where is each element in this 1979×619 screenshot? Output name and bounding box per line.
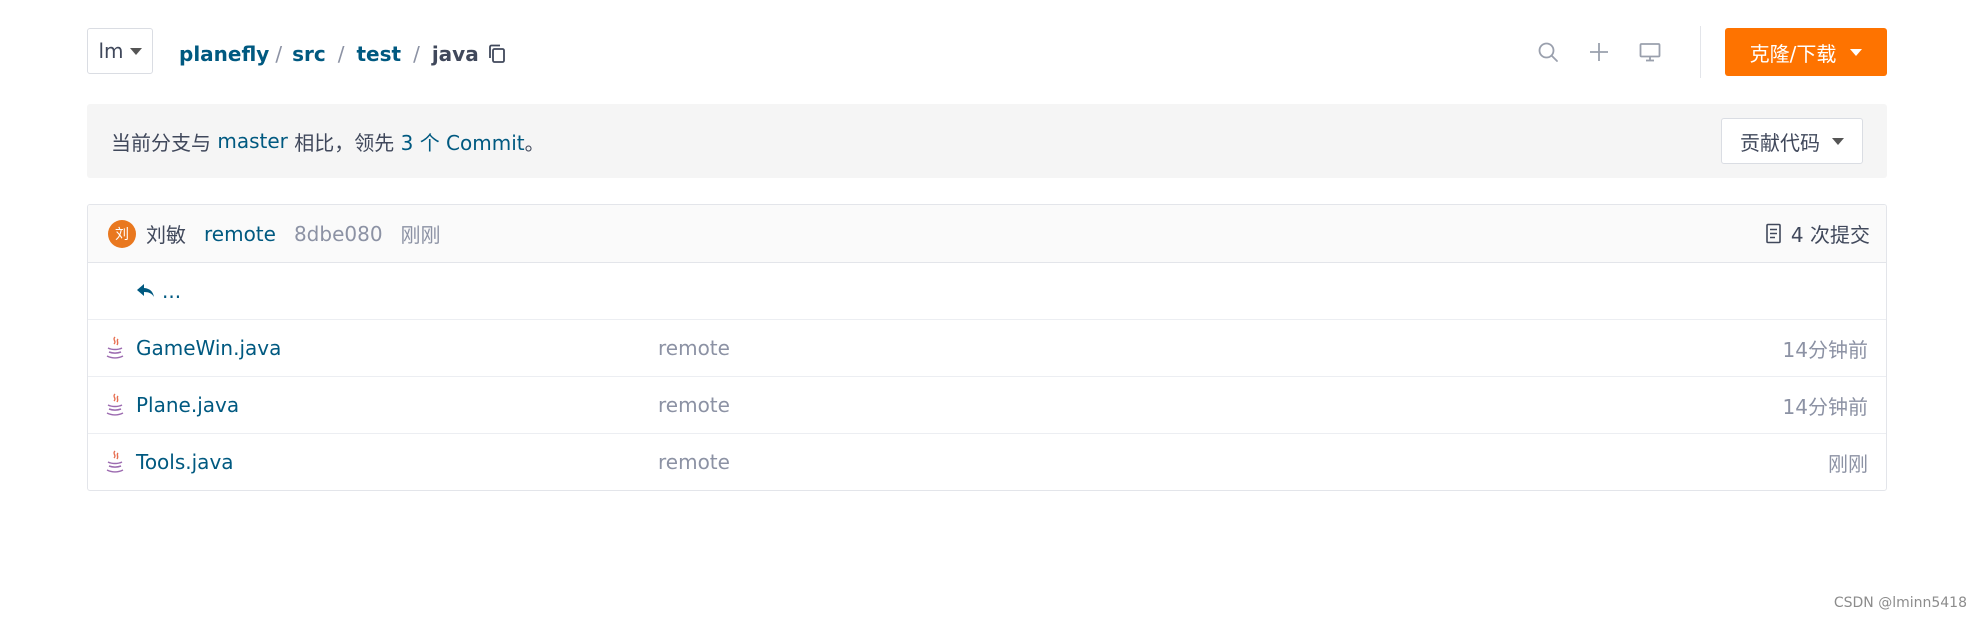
breadcrumb-current: java [431, 42, 479, 66]
notice-suffix: 。 [524, 130, 545, 155]
file-time: 刚刚 [1828, 451, 1868, 476]
clone-download-button[interactable]: 克隆/下载 [1725, 28, 1887, 76]
breadcrumb: planefly / src / test / java [179, 36, 507, 72]
header-tools: 克隆/下载 [1511, 26, 1887, 78]
file-list: 刘 刘敏 remote 8dbe080 刚刚 4 次提交 ... GameWin… [87, 204, 1887, 491]
file-time: 14分钟前 [1782, 337, 1868, 362]
clone-download-label: 克隆/下载 [1749, 41, 1837, 66]
file-name[interactable]: GameWin.java [136, 336, 281, 360]
toolbar-divider [1700, 26, 1701, 78]
contribute-button[interactable]: 贡献代码 [1721, 118, 1863, 164]
commit-sha[interactable]: 8dbe080 [294, 222, 383, 246]
copy-path-icon[interactable] [487, 43, 507, 65]
monitor-icon[interactable] [1636, 38, 1664, 66]
file-row[interactable]: Tools.java remote 刚刚 [88, 434, 1886, 490]
java-file-icon [104, 450, 126, 474]
file-commit-message[interactable]: remote [658, 450, 730, 474]
breadcrumb-separator: / [413, 42, 420, 66]
breadcrumb-item-test[interactable]: test [356, 42, 401, 66]
notice-middle: 相比，领先 [294, 130, 395, 155]
search-icon[interactable] [1534, 38, 1562, 66]
file-commit-message[interactable]: remote [658, 393, 730, 417]
file-row[interactable]: Plane.java remote 14分钟前 [88, 377, 1886, 434]
file-row[interactable]: GameWin.java remote 14分钟前 [88, 320, 1886, 377]
repo-toolbar: lm planefly / src / test / java 克隆/下载 [87, 0, 1887, 104]
chevron-down-icon [1850, 48, 1863, 56]
breadcrumb-separator: / [275, 42, 283, 66]
contribute-label: 贡献代码 [1740, 130, 1820, 155]
chevron-down-icon [1832, 137, 1844, 145]
file-commit-message[interactable]: remote [658, 336, 730, 360]
repo-file-browser: lm planefly / src / test / java 克隆/下载 当前… [87, 0, 1887, 491]
file-name[interactable]: Plane.java [136, 393, 239, 417]
parent-directory-label: ... [162, 279, 182, 303]
ahead-commits-link[interactable]: 3 个 Commit [401, 127, 525, 156]
file-time: 14分钟前 [1782, 394, 1868, 419]
breadcrumb-separator: / [337, 42, 345, 66]
commit-history-link[interactable]: 4 次提交 [1765, 205, 1870, 262]
reply-arrow-icon [137, 284, 154, 297]
java-file-icon [104, 393, 126, 417]
chevron-down-icon [129, 47, 142, 55]
notice-prefix: 当前分支与 [111, 130, 211, 155]
branch-label: lm [98, 39, 124, 63]
breadcrumb-item-src[interactable]: src [292, 42, 326, 66]
commit-author[interactable]: 刘敏 [146, 219, 186, 248]
commit-count: 4 次提交 [1790, 223, 1870, 247]
avatar[interactable]: 刘 [108, 219, 136, 248]
commit-list-icon [1766, 223, 1781, 243]
file-name[interactable]: Tools.java [136, 450, 234, 474]
branch-selector[interactable]: lm [87, 28, 153, 74]
latest-commit-bar: 刘 刘敏 remote 8dbe080 刚刚 4 次提交 [88, 205, 1886, 263]
branch-compare-notice: 当前分支与 master 相比，领先 3 个 Commit 。 贡献代码 [87, 104, 1887, 178]
plus-icon[interactable] [1585, 38, 1613, 66]
watermark: CSDN @lminn5418 [1833, 595, 1967, 611]
breadcrumb-item-repo[interactable]: planefly [179, 42, 269, 66]
commit-time: 刚刚 [400, 223, 441, 247]
commit-message[interactable]: remote [204, 222, 276, 246]
compare-branch-link[interactable]: master [217, 129, 288, 153]
parent-directory-row[interactable]: ... [88, 263, 1886, 320]
java-file-icon [104, 336, 126, 360]
